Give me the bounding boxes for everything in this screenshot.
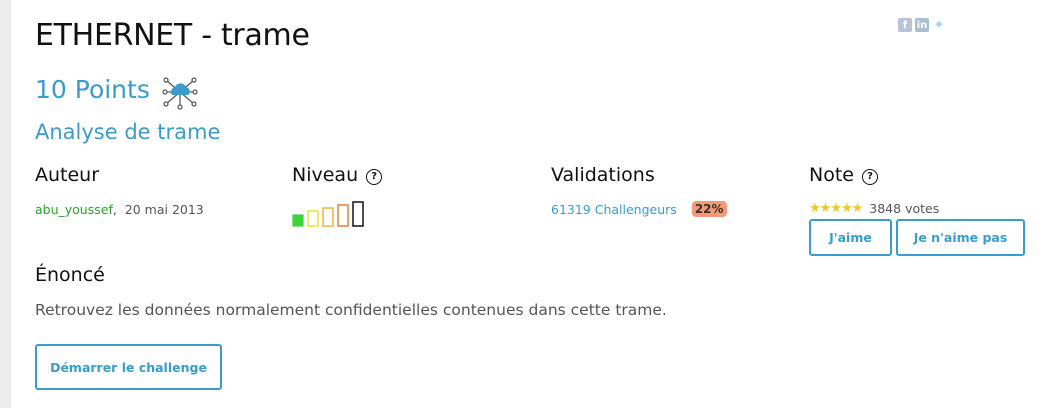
validations-info: 61319 Challengeurs 22% (551, 201, 727, 217)
vote-count: 3848 votes (869, 201, 940, 216)
challenge-category[interactable]: Analyse de trame (35, 120, 220, 144)
help-icon[interactable]: ? (366, 169, 383, 185)
linkedin-icon[interactable]: in (915, 18, 929, 32)
rating-stars: ★★★★★ (809, 201, 863, 216)
author-link[interactable]: abu_youssef (35, 202, 113, 217)
challenge-title: ETHERNET - trame (35, 18, 310, 53)
note-heading: Note? (809, 164, 878, 186)
author-heading: Auteur (35, 164, 100, 186)
facebook-icon[interactable]: f (898, 18, 912, 32)
validation-percent-badge: 22% (691, 201, 727, 217)
validations-link[interactable]: 61319 Challengeurs (551, 202, 677, 217)
note-heading-label: Note (809, 164, 854, 186)
level-bar-1 (292, 214, 304, 227)
statement-heading: Énoncé (35, 264, 105, 286)
start-challenge-button[interactable]: Démarrer le challenge (35, 344, 222, 390)
author-date: 20 mai 2013 (124, 202, 204, 217)
validations-heading: Validations (551, 164, 655, 186)
author-info: abu_youssef, 20 mai 2013 (35, 202, 204, 217)
level-heading-label: Niveau (292, 164, 359, 186)
help-icon[interactable]: ? (861, 169, 878, 185)
statement-text: Retrouvez les données normalement confid… (35, 301, 667, 319)
network-cloud-icon (162, 77, 198, 110)
left-border (0, 0, 11, 408)
twitter-icon[interactable]: ✦ (932, 18, 946, 33)
author-separator: , (112, 202, 125, 217)
level-bar-4 (337, 204, 349, 227)
challenge-points: 10 Points (35, 75, 150, 104)
level-bar-3 (322, 207, 334, 227)
difficulty-level-bars (292, 201, 364, 227)
level-bar-2 (307, 210, 319, 227)
like-button[interactable]: J'aime (809, 219, 892, 256)
level-heading: Niveau? (292, 164, 383, 186)
dislike-button[interactable]: Je n'aime pas (896, 219, 1025, 256)
rating-info: ★★★★★ 3848 votes (809, 201, 939, 216)
social-share-bar: f in ✦ (898, 18, 946, 33)
level-bar-5 (352, 201, 364, 227)
